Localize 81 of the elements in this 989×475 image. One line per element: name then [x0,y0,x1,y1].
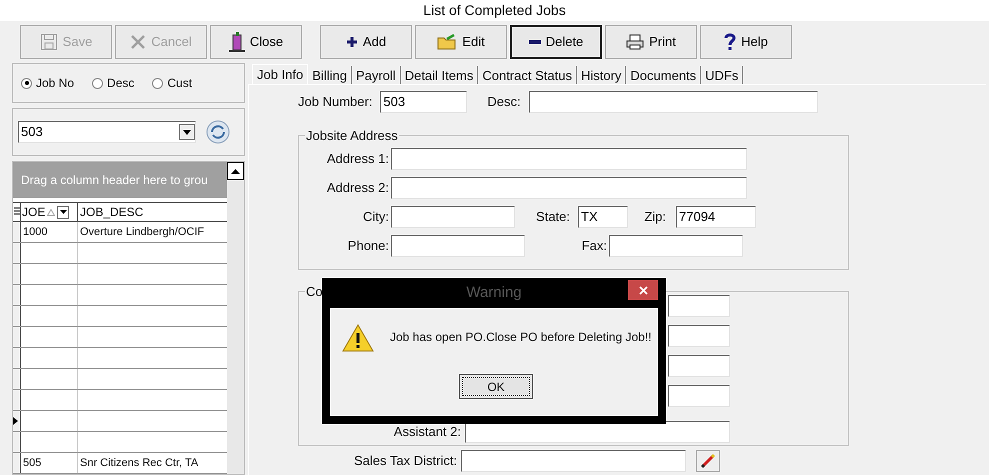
input-field[interactable]: 503 [380,91,468,113]
folder-icon [437,34,458,50]
table-cell: 505 [21,453,78,473]
row-indicator[interactable] [13,432,21,452]
input-field[interactable] [391,206,515,228]
field-label: Address 1: [326,150,389,168]
field-label: City: [362,208,389,226]
toolbar-button[interactable]: Print [605,25,697,59]
input-field[interactable] [668,295,730,317]
radio-option[interactable]: Cust [152,74,192,92]
pencil-icon[interactable] [696,450,720,472]
table-cell-text: Snr Citizens Rec Ctr, TA [79,456,200,471]
row-indicator[interactable] [13,327,21,347]
input-field[interactable] [461,450,686,472]
field-label: Phone: [346,236,389,255]
input-field[interactable]: TX [578,206,628,228]
window-title: List of Completed Jobs [423,1,566,20]
refresh-icon[interactable] [206,120,230,144]
row-indicator[interactable] [13,369,21,389]
input-field[interactable] [465,421,730,443]
input-field[interactable]: 77094 [676,206,756,228]
row-indicator[interactable] [13,453,21,473]
group-title: Jobsite Address [305,127,399,145]
job-combo-box[interactable]: 503 [18,121,196,143]
field-label: Sales Tax District: [354,452,458,470]
group-title: Co [305,282,324,300]
question-mark-icon [724,33,736,51]
field-label: Address 2: [326,178,389,197]
scrollbar[interactable] [227,162,244,474]
row-selector-icon[interactable] [13,203,21,221]
ok-button[interactable]: OK [459,374,533,399]
toolbar-button[interactable]: Help [700,25,792,59]
radio-option[interactable]: Job No [21,74,74,92]
row-indicator[interactable] [13,222,21,242]
row-indicator[interactable] [13,264,21,284]
tab[interactable]: Job Info [252,64,308,85]
input-field[interactable] [391,234,525,256]
field-label: Fax: [580,236,607,255]
column-header[interactable]: JOE [21,203,78,221]
row-indicator[interactable] [13,243,21,263]
input-field[interactable] [528,91,818,113]
field-label: Desc: [487,93,521,112]
field-label: State: [535,208,570,226]
input-field[interactable] [668,325,730,347]
table-cell-text: Overture Lindbergh/OCIF [79,224,206,240]
row-indicator[interactable] [13,390,21,410]
sort-up-icon [47,208,56,216]
x-icon [130,34,146,50]
input-field[interactable] [668,385,730,407]
radio-button[interactable] [21,78,32,88]
row-indicator[interactable] [13,348,21,368]
dialog-title: Warning [466,282,522,303]
radio-button[interactable] [92,78,104,88]
plus-icon [346,36,358,48]
row-indicator[interactable] [13,411,21,431]
toolbar-button[interactable]: Edit [415,25,507,59]
field-label: Assistant 2: [394,423,461,442]
row-indicator[interactable] [13,285,21,305]
radio-button[interactable] [152,78,164,88]
toolbar-button[interactable]: Close [210,25,302,59]
filter-dropdown-icon[interactable] [57,206,70,218]
door-icon [228,32,245,52]
input-field[interactable] [609,234,743,256]
minus-icon [528,40,541,44]
field-label: Zip: [643,208,666,226]
dialog-message: Job has open PO.Close PO before Deleting Job!! [390,329,652,346]
column-header[interactable]: JOB_DESC [78,203,227,221]
row-indicator[interactable] [13,306,21,326]
input-field[interactable] [391,148,747,170]
field-label: Job Number: [298,93,372,112]
radio-option[interactable]: Desc [92,74,134,92]
close-button[interactable] [628,280,658,300]
table-cell: 1000 [21,222,78,242]
input-field[interactable] [668,355,730,377]
warning-icon [342,324,374,352]
close-icon [638,286,648,294]
input-field[interactable] [391,176,747,198]
printer-icon [626,34,644,50]
toolbar-button[interactable]: Delete [510,25,602,59]
toolbar-button[interactable]: Add [320,25,412,59]
group-by-hint: Drag a column header here to grou [21,172,208,189]
